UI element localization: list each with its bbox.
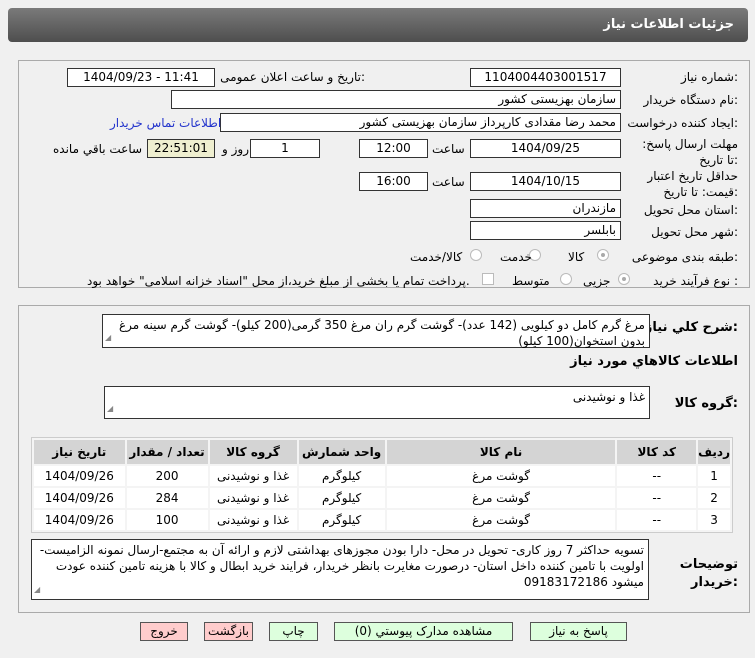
cell-date: 1404/09/26	[34, 466, 125, 486]
col-quantity: تعداد / مقدار	[126, 440, 208, 464]
page-header: جزئیات اطلاعات نیاز	[8, 8, 748, 42]
col-group: گروه کالا	[209, 440, 297, 464]
category-goods-label: کالا	[568, 250, 585, 264]
validity-time-label: ساعت	[432, 175, 465, 189]
cell-code: --	[617, 510, 697, 530]
cell-row: 3	[698, 510, 730, 530]
description-text: مرغ گرم کامل دو کیلویی (142 عدد)- گوشت گ…	[118, 318, 645, 348]
cell-date: 1404/09/26	[34, 488, 125, 508]
cell-quantity: 100	[126, 510, 208, 530]
col-code: کد کالا	[617, 440, 697, 464]
process-minor-label: جزیی	[583, 274, 611, 288]
cell-unit: کیلوگرم	[298, 510, 385, 530]
category-radio-both[interactable]	[470, 249, 482, 261]
goods-group-textarea[interactable]: غذا و نوشیدنی ◢	[104, 386, 650, 419]
cell-quantity: 200	[126, 466, 208, 486]
back-button[interactable]: بازگشت	[204, 622, 253, 641]
announce-label: تاریخ و ساعت اعلان عمومی:	[220, 70, 365, 84]
remaining-label: ساعت باقي مانده	[53, 142, 143, 156]
cell-date: 1404/09/26	[34, 510, 125, 530]
creator-label: ایجاد کننده درخواست:	[627, 116, 738, 130]
goods-group-text: غذا و نوشیدنی	[572, 390, 645, 404]
process-medium-label: متوسط	[512, 274, 550, 288]
validity-label: حداقل تاریخ اعتبار قیمت: تا تاریخ:	[647, 169, 738, 199]
goods-info-title: اطلاعات کالاهاي مورد نياز	[570, 354, 738, 369]
description-textarea[interactable]: مرغ گرم کامل دو کیلویی (142 عدد)- گوشت گ…	[102, 314, 650, 348]
province-label: استان محل تحویل:	[643, 203, 738, 217]
table-row: 2 -- گوشت مرغ کیلوگرم غذا و نوشیدنی 284 1404/0…	[34, 488, 730, 508]
days-label: روز و	[222, 142, 249, 156]
category-service-label: خدمت	[500, 250, 532, 264]
buyer-field[interactable]: سازمان بهزیستی کشور	[171, 90, 621, 109]
cell-group: غذا و نوشیدنی	[209, 488, 297, 508]
cell-row: 2	[698, 488, 730, 508]
cell-name: گوشت مرغ	[386, 510, 616, 530]
resize-grip-icon[interactable]: ◢	[34, 582, 40, 598]
goods-group-label: گروه کالا:	[674, 396, 738, 411]
category-label: طبقه بندی موضوعی:	[631, 250, 738, 264]
process-radio-medium[interactable]	[560, 273, 572, 285]
cell-name: گوشت مرغ	[386, 488, 616, 508]
process-label: نوع فرآیند خرید :	[653, 274, 738, 288]
deadline-time-label: ساعت	[432, 142, 465, 156]
buyer-notes-label: توضیحات خریدار:	[679, 557, 738, 590]
col-name: نام کالا	[386, 440, 616, 464]
cell-unit: کیلوگرم	[298, 466, 385, 486]
category-radio-goods[interactable]	[597, 249, 609, 261]
city-field[interactable]: بابلسر	[470, 221, 621, 240]
buyer-notes-text: تسویه حداکثر 7 روز کاری- تحویل در محل- د…	[39, 543, 644, 589]
cell-quantity: 284	[126, 488, 208, 508]
announce-field[interactable]: 1404/09/23 - 11:41	[67, 68, 215, 87]
days-field[interactable]: 1	[250, 139, 320, 158]
buyer-label: نام دستگاه خریدار:	[643, 93, 739, 107]
cell-group: غذا و نوشیدنی	[209, 466, 297, 486]
col-row: ردیف	[698, 440, 730, 464]
province-field[interactable]: مازندران	[470, 199, 621, 218]
deadline-date-field[interactable]: 1404/09/25	[470, 139, 621, 158]
description-label: شرح کلي نياز:	[644, 320, 738, 335]
category-both-label: کالا/خدمت	[410, 250, 463, 264]
validity-date-field[interactable]: 1404/10/15	[470, 172, 621, 191]
cell-row: 1	[698, 466, 730, 486]
cell-unit: کیلوگرم	[298, 488, 385, 508]
need-number-field[interactable]: 1104004403001517	[470, 68, 621, 87]
col-unit: واحد شمارش	[298, 440, 385, 464]
resize-grip-icon[interactable]: ◢	[107, 401, 113, 417]
resize-grip-icon[interactable]: ◢	[105, 330, 111, 346]
table-row: 1 -- گوشت مرغ کیلوگرم غذا و نوشیدنی 200 1404/0…	[34, 466, 730, 486]
validity-time-field[interactable]: 16:00	[359, 172, 428, 191]
city-label: شهر محل تحویل:	[651, 225, 738, 239]
buyer-notes-textarea[interactable]: تسویه حداکثر 7 روز کاری- تحویل در محل- د…	[31, 539, 649, 600]
cell-code: --	[617, 488, 697, 508]
cell-name: گوشت مرغ	[386, 466, 616, 486]
exit-button[interactable]: خروج	[140, 622, 188, 641]
col-date: تاریخ نیاز	[34, 440, 125, 464]
goods-table: ردیف کد کالا نام کالا واحد شمارش گروه کا…	[31, 437, 733, 533]
print-button[interactable]: چاپ	[269, 622, 318, 641]
table-row: 3 -- گوشت مرغ کیلوگرم غذا و نوشیدنی 100 1404/0…	[34, 510, 730, 530]
buyer-contact-link[interactable]: اطلاعات تماس خریدار	[110, 116, 221, 130]
cell-code: --	[617, 466, 697, 486]
treasury-payment-checkbox[interactable]	[482, 273, 494, 285]
need-number-label: شماره نیاز:	[680, 70, 738, 84]
deadline-label: مهلت ارسال پاسخ: تا تاریخ:	[642, 137, 738, 167]
view-attachments-button[interactable]: مشاهده مدارک پیوستي (0)	[334, 622, 513, 641]
creator-field[interactable]: محمد رضا مقدادی کارپرداز سازمان بهزیستی …	[220, 113, 621, 132]
deadline-time-field[interactable]: 12:00	[359, 139, 428, 158]
cell-group: غذا و نوشیدنی	[209, 510, 297, 530]
reply-button[interactable]: پاسخ به نیاز	[530, 622, 627, 641]
treasury-payment-note: پرداخت تمام یا بخشی از مبلغ خرید،از محل …	[87, 274, 470, 288]
process-radio-minor[interactable]	[618, 273, 630, 285]
remaining-time-field: 22:51:01	[147, 139, 215, 158]
